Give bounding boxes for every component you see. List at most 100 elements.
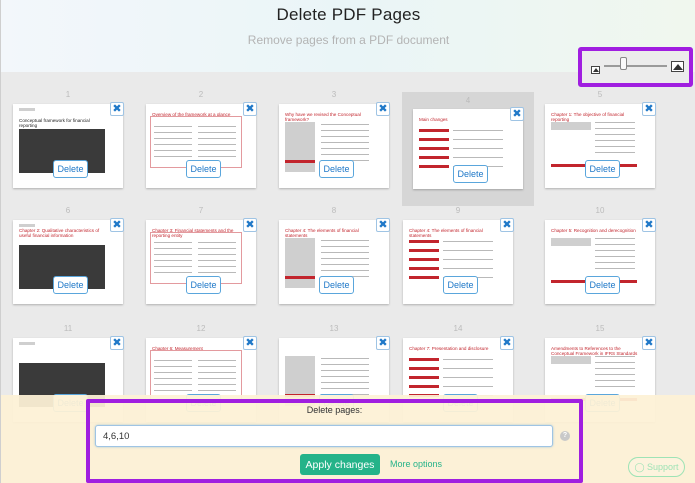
page-content-shape [198,378,236,379]
page-content-shape [453,148,503,149]
page-content-shape [443,268,493,269]
page-number: 8 [331,206,337,215]
delete-page-button[interactable]: Delete [186,276,221,294]
page-content-shape [419,129,449,132]
page-content-shape [595,140,635,141]
page-heading: Chapter 5: Recognition and derecognition [551,228,636,233]
page-content-shape [321,270,369,271]
delete-page-button[interactable]: Delete [585,276,620,294]
page-content-shape [198,242,236,243]
more-options-link[interactable]: More options [390,459,442,469]
page-subtitle: Remove pages from a PDF document [247,33,450,47]
page-number: 5 [597,90,603,99]
page-content-shape [154,372,192,373]
remove-page-icon[interactable]: ✖ [110,218,124,232]
page-number: 7 [198,206,204,215]
page-content-shape [154,156,192,157]
page-content-shape [321,124,369,125]
remove-page-icon[interactable]: ✖ [376,218,390,232]
page-content-shape [409,249,439,252]
page-content-shape [419,156,449,159]
page-content-shape [19,224,35,227]
page-content-shape [409,258,439,261]
page-content-shape [154,132,192,133]
page-content-shape [198,266,236,267]
page-content-shape [595,146,635,147]
delete-page-button[interactable]: Delete [53,160,88,178]
delete-page-button[interactable]: Delete [186,160,221,178]
remove-page-icon[interactable]: ✖ [642,102,656,116]
page-content-shape [595,262,635,263]
delete-page-button[interactable]: Delete [453,165,488,183]
image-small-icon [591,66,600,74]
page-heading: Chapter 7: Presentation and disclosure [409,346,489,351]
remove-page-icon[interactable]: ✖ [642,336,656,350]
zoom-slider-thumb[interactable] [619,57,627,70]
remove-page-icon[interactable]: ✖ [510,107,524,121]
remove-page-icon[interactable]: ✖ [500,336,514,350]
remove-page-icon[interactable]: ✖ [243,218,257,232]
page-number: 13 [329,324,339,333]
page-content-shape [321,370,369,371]
apply-changes-button[interactable]: Apply changes [300,454,380,475]
page-content-shape [595,356,635,357]
page-content-shape [198,248,236,249]
page-content-shape [154,144,192,145]
remove-page-icon[interactable]: ✖ [376,336,390,350]
page-content-shape [453,130,503,131]
page-content-shape [551,356,591,364]
page-content-shape [443,386,493,387]
page-content-shape [154,138,192,139]
page-content-shape [453,157,503,158]
page-content-shape [154,260,192,261]
page-content-shape [409,240,439,243]
remove-page-icon[interactable]: ✖ [243,336,257,350]
page-cell: 4 Main changes ✖ Delete [402,92,534,206]
page-content-shape [321,258,369,259]
page-content-shape [154,378,192,379]
page-heading: Amendments to References to the Conceptu… [551,346,638,356]
page-content-shape [321,136,369,137]
page-content-shape [321,154,369,155]
delete-page-button[interactable]: Delete [319,276,354,294]
remove-page-icon[interactable]: ✖ [110,102,124,116]
delete-page-button[interactable]: Delete [585,160,620,178]
image-large-icon [671,61,684,72]
page-content-shape [409,358,439,361]
page-content-shape [154,272,192,273]
remove-page-icon[interactable]: ✖ [243,102,257,116]
page-content-shape [443,259,493,260]
delete-page-button[interactable]: Delete [319,160,354,178]
remove-page-icon[interactable]: ✖ [110,336,124,350]
page-content-shape [285,122,315,172]
pages-input[interactable] [95,425,553,447]
page-content-shape [409,376,439,379]
page-content-shape [321,142,369,143]
page-heading: Chapter 1: The objective of financial re… [551,112,625,122]
delete-page-button[interactable]: Delete [53,276,88,294]
page-cell: 10 Chapter 5: Recognition and derecogniti… [544,206,656,306]
page-content-shape [321,130,369,131]
page-content-shape [321,364,369,365]
page-content-shape [321,246,369,247]
page-cell: 7 Chapter 3: Financial statements and the… [145,206,257,306]
help-icon[interactable]: ? [560,431,570,441]
page-number: 12 [196,324,206,333]
remove-page-icon[interactable]: ✖ [500,218,514,232]
delete-page-button[interactable]: Delete [443,276,478,294]
page-content-shape [198,360,236,361]
support-button[interactable]: ◯ Support [628,457,685,477]
page-content-shape [198,126,236,127]
page-content-shape [285,160,315,163]
page-content-shape [19,342,35,345]
remove-page-icon[interactable]: ✖ [642,218,656,232]
page-content-shape [154,150,192,151]
zoom-slider-track[interactable] [604,65,667,67]
page-content-shape [595,152,635,153]
page-content-shape [595,380,635,381]
page-content-shape [595,244,635,245]
page-content-shape [419,147,449,150]
remove-page-icon[interactable]: ✖ [376,102,390,116]
page-content-shape [443,241,493,242]
page-content-shape [198,272,236,273]
